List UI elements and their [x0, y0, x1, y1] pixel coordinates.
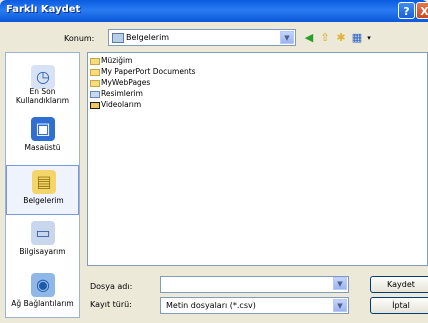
- desktop-icon: ▣: [31, 117, 55, 141]
- place-label: Ağ Bağlantılarım: [11, 299, 74, 308]
- list-item[interactable]: Müziğim: [90, 56, 132, 66]
- location-select[interactable]: Belgelerim ▼: [108, 29, 296, 46]
- network-icon: ◉: [31, 273, 55, 297]
- list-item[interactable]: Videolarım: [90, 100, 141, 110]
- new-folder-icon[interactable]: ✱: [334, 31, 348, 45]
- chevron-down-icon[interactable]: ▼: [333, 277, 347, 290]
- title-bar[interactable]: Farklı Kaydet ? X: [0, 0, 428, 22]
- my-computer-icon: ▭: [31, 221, 55, 245]
- places-bar: ◷ En Son Kullandıklarım ▣ Masaüstü ▤ Bel…: [5, 52, 80, 318]
- location-label: Konum:: [64, 34, 95, 43]
- video-folder-icon: [90, 101, 100, 109]
- chevron-down-icon[interactable]: ▼: [333, 299, 347, 312]
- filetype-select[interactable]: Metin dosyaları (*.csv) ▼: [160, 297, 349, 314]
- chevron-down-icon[interactable]: ▼: [280, 31, 294, 44]
- place-label: Masaüstü: [24, 143, 61, 152]
- filetype-value: Metin dosyaları (*.csv): [166, 301, 256, 310]
- save-button[interactable]: Kaydet: [370, 276, 428, 293]
- window-title: Farklı Kaydet: [6, 4, 81, 15]
- my-documents-icon: [112, 33, 124, 43]
- place-recent[interactable]: ◷ En Son Kullandıklarım: [6, 61, 79, 109]
- save-as-dialog: Farklı Kaydet ? X Konum: Belgelerim ▼ ◀ …: [0, 0, 428, 323]
- place-label: Bilgisayarım: [19, 247, 66, 256]
- back-icon[interactable]: ◀: [302, 31, 316, 45]
- folder-icon: [90, 79, 100, 87]
- location-value: Belgelerim: [126, 33, 170, 42]
- place-label: En Son Kullandıklarım: [15, 87, 70, 105]
- list-item[interactable]: My PaperPort Documents: [90, 67, 196, 77]
- music-folder-icon: [90, 57, 100, 65]
- file-list[interactable]: Müziğim My PaperPort Documents MyWebPage…: [87, 52, 428, 266]
- recent-icon: ◷: [31, 65, 55, 89]
- place-label: Belgelerim: [23, 196, 64, 205]
- file-name: Müziğim: [101, 56, 133, 65]
- file-name: Videolarım: [101, 100, 142, 109]
- file-name: Resimlerim: [101, 89, 143, 98]
- help-button[interactable]: ?: [398, 2, 415, 19]
- place-my-documents[interactable]: ▤ Belgelerim: [6, 165, 79, 215]
- filetype-label: Kayıt türü:: [90, 300, 132, 309]
- pictures-folder-icon: [90, 90, 100, 98]
- place-desktop[interactable]: ▣ Masaüstü: [6, 117, 79, 157]
- close-button[interactable]: X: [416, 2, 428, 19]
- place-my-computer[interactable]: ▭ Bilgisayarım: [6, 221, 79, 263]
- folder-icon: [90, 68, 100, 76]
- list-item[interactable]: MyWebPages: [90, 78, 150, 88]
- cancel-button[interactable]: İptal: [370, 297, 428, 314]
- up-folder-icon[interactable]: ⇧: [318, 31, 332, 45]
- list-item[interactable]: Resimlerim: [90, 89, 143, 99]
- filename-label: Dosya adı:: [90, 282, 133, 291]
- file-name: My PaperPort Documents: [101, 67, 196, 76]
- chevron-down-icon[interactable]: ▾: [362, 31, 376, 45]
- place-network[interactable]: ◉ Ağ Bağlantılarım: [6, 273, 79, 315]
- filename-input[interactable]: [160, 276, 349, 293]
- my-documents-icon: ▤: [32, 170, 56, 194]
- file-name: MyWebPages: [101, 78, 151, 87]
